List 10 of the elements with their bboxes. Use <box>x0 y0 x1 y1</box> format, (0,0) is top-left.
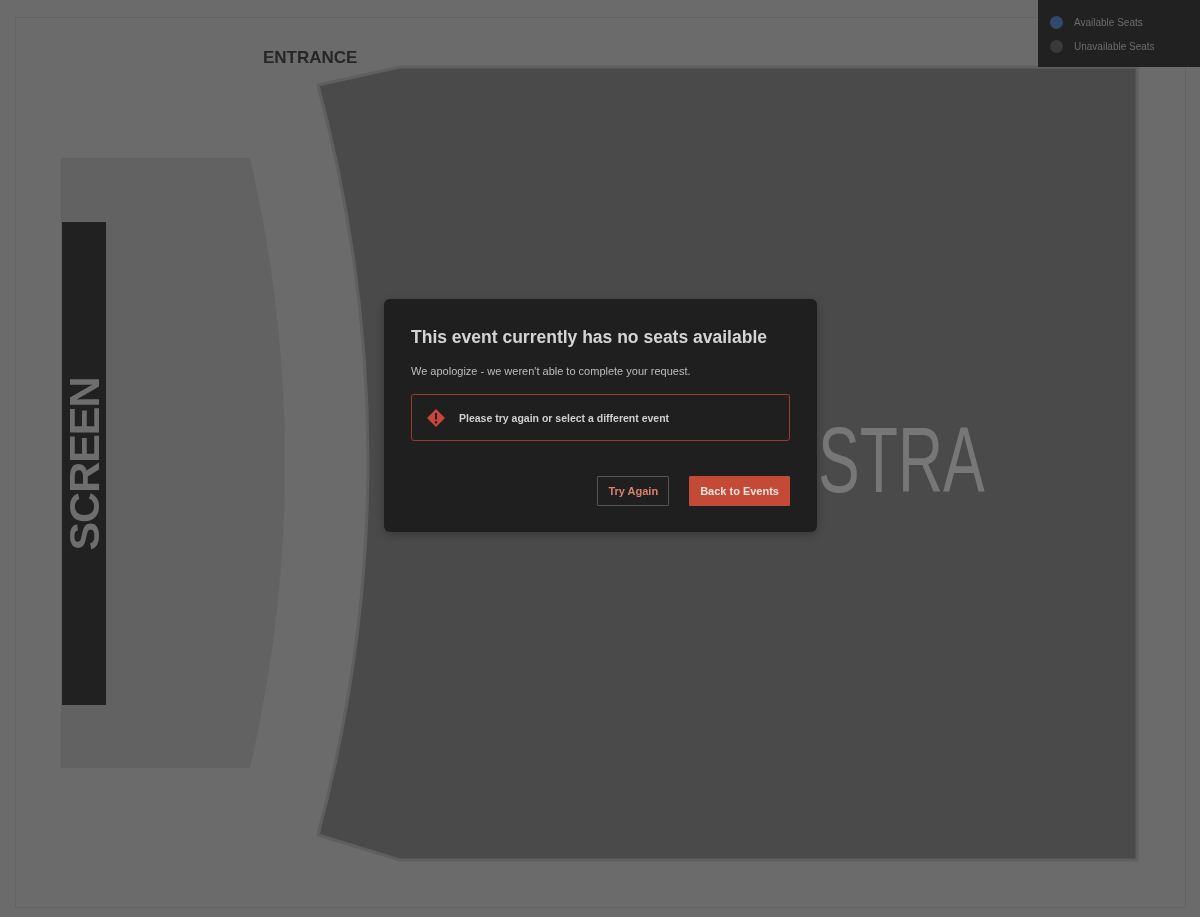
dialog-message: We apologize - we weren't able to complete your request. <box>411 364 692 378</box>
alert-text: Please try again or select a different event <box>459 411 670 424</box>
entrance-label: ENTRANCE <box>263 48 358 68</box>
screen-label: SCREEN <box>66 376 102 551</box>
dialog-title: This event currently has no seats available <box>411 326 768 349</box>
legend-label: Unavailable Seats <box>1074 41 1155 53</box>
back-to-events-button[interactable]: Back to Events <box>689 476 790 506</box>
try-again-button[interactable]: Try Again <box>597 476 670 506</box>
warning-icon <box>427 408 445 427</box>
legend-label: Available Seats <box>1074 16 1143 28</box>
